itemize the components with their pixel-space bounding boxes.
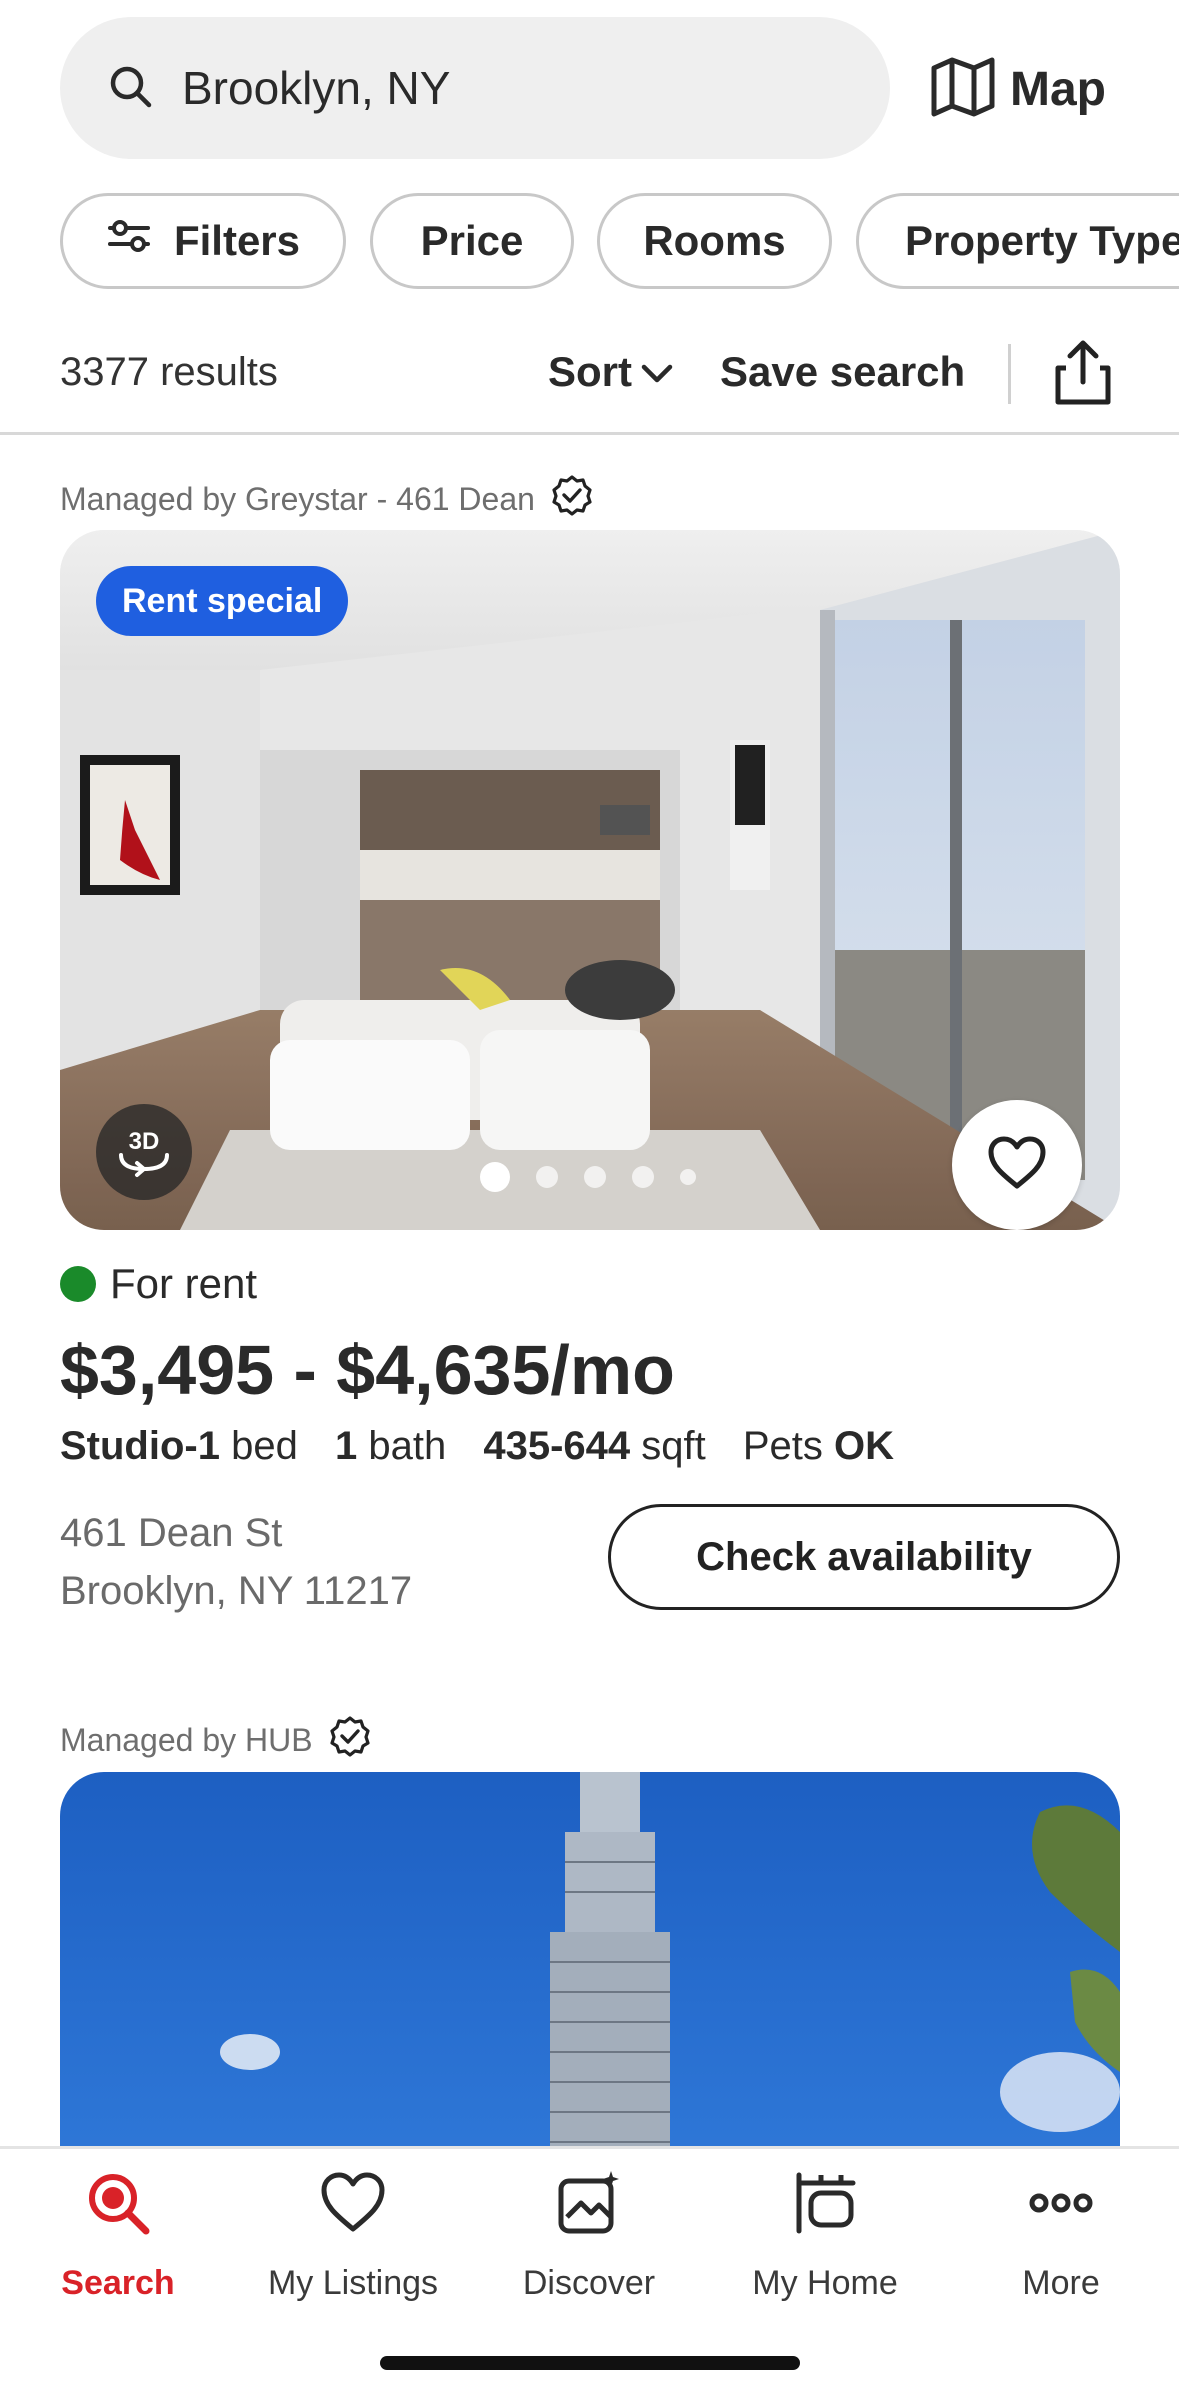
rooms-chip-label: Rooms: [643, 217, 786, 264]
address-line-2: Brooklyn, NY 11217: [60, 1569, 413, 1613]
heart-icon: [319, 2169, 387, 2242]
sqft-unit: sqft: [641, 1424, 706, 1468]
map-button[interactable]: Map: [930, 50, 1106, 128]
nav-my-home-label: My Home: [752, 2264, 898, 2302]
photo-pagination: [480, 1162, 722, 1192]
save-listing-button[interactable]: [952, 1100, 1082, 1230]
share-icon: [1052, 340, 1114, 412]
property-type-chip[interactable]: Property Type: [856, 193, 1179, 289]
sliders-icon: [106, 216, 174, 266]
results-bar: 3377 results Sort Save search: [0, 330, 1179, 435]
more-icon: [1027, 2169, 1095, 2242]
divider: [1008, 344, 1011, 404]
listing-price: $3,495 - $4,635/mo: [60, 1331, 675, 1409]
pets-value: OK: [834, 1424, 895, 1468]
filters-chip-label: Filters: [173, 217, 301, 264]
baths-unit: bath: [368, 1424, 447, 1468]
listing-address: 461 Dean St Brooklyn, NY 11217: [60, 1504, 412, 1620]
address-line-1: 461 Dean St: [60, 1511, 283, 1555]
search-icon: [106, 62, 154, 115]
results-count: 3377 results: [60, 350, 278, 394]
discover-icon: [555, 2169, 623, 2242]
search-input[interactable]: Brooklyn, NY: [60, 17, 890, 159]
3d-tour-button[interactable]: 3D: [96, 1104, 192, 1200]
sort-button[interactable]: Sort: [548, 348, 674, 396]
sqft-value: 435-644: [483, 1424, 631, 1468]
nav-my-listings-label: My Listings: [267, 2264, 439, 2302]
beds-value: Studio-1: [60, 1424, 220, 1468]
filter-chips: Filters Price Rooms Property Type: [0, 193, 1179, 289]
svg-text:3D: 3D: [129, 1128, 160, 1155]
verified-badge-icon: [535, 474, 593, 524]
pets-label: Pets: [742, 1424, 823, 1468]
managed-by-text: Managed by HUB: [60, 1721, 313, 1758]
save-search-button[interactable]: Save search: [720, 348, 965, 396]
pagination-dot[interactable]: [480, 1162, 510, 1192]
managed-by-label: Managed by HUB: [60, 1715, 371, 1765]
sort-button-label: Sort: [548, 348, 632, 395]
property-type-chip-label: Property Type: [905, 217, 1179, 264]
status-dot: [60, 1266, 96, 1302]
baths-value: 1: [334, 1424, 358, 1468]
rooms-chip[interactable]: Rooms: [597, 193, 832, 289]
rent-special-badge: Rent special: [96, 566, 349, 636]
building-exterior-image: [60, 1772, 1120, 2172]
beds-unit: bed: [231, 1424, 298, 1468]
search-icon: [84, 2169, 152, 2242]
price-chip[interactable]: Price: [370, 193, 574, 289]
nav-more[interactable]: More: [943, 2169, 1179, 2303]
share-button[interactable]: [1052, 338, 1114, 408]
3d-tour-icon: 3D: [113, 1119, 175, 1186]
listing-specs: Studio-1 bed 1 bath 435-644 sqft Pets OK: [60, 1424, 894, 1469]
nav-discover[interactable]: Discover: [471, 2169, 707, 2303]
status-text: For rent: [110, 1260, 258, 1307]
map-icon: [930, 56, 996, 123]
nav-more-label: More: [1022, 2264, 1100, 2302]
listing-status: For rent: [60, 1260, 257, 1308]
filters-chip[interactable]: Filters: [60, 193, 346, 289]
nav-search-label: Search: [61, 2264, 175, 2302]
top-search-bar: Brooklyn, NY Map: [0, 0, 1179, 180]
check-availability-button[interactable]: Check availability: [608, 1504, 1120, 1610]
pagination-dot[interactable]: [680, 1169, 696, 1185]
nav-my-home[interactable]: My Home: [707, 2169, 943, 2303]
pagination-dot[interactable]: [632, 1166, 654, 1188]
chevron-down-icon: [632, 348, 674, 396]
pagination-dot[interactable]: [584, 1166, 606, 1188]
heart-icon: [986, 1134, 1048, 1197]
managed-by-text: Managed by Greystar - 461 Dean: [60, 480, 535, 517]
listing-photo[interactable]: [60, 1772, 1120, 2172]
home-icon: [791, 2169, 859, 2242]
map-button-label: Map: [1010, 62, 1106, 116]
managed-by-label: Managed by Greystar - 461 Dean: [60, 474, 593, 524]
nav-discover-label: Discover: [522, 2264, 656, 2302]
home-indicator: [380, 2356, 800, 2370]
price-chip-label: Price: [420, 217, 524, 264]
listing-photo[interactable]: Rent special 3D: [60, 530, 1120, 1230]
pagination-dot[interactable]: [536, 1166, 558, 1188]
nav-my-listings[interactable]: My Listings: [235, 2169, 471, 2303]
nav-search[interactable]: Search: [0, 2169, 236, 2303]
search-input-value: Brooklyn, NY: [182, 62, 451, 114]
verified-badge-icon: [313, 1715, 371, 1765]
